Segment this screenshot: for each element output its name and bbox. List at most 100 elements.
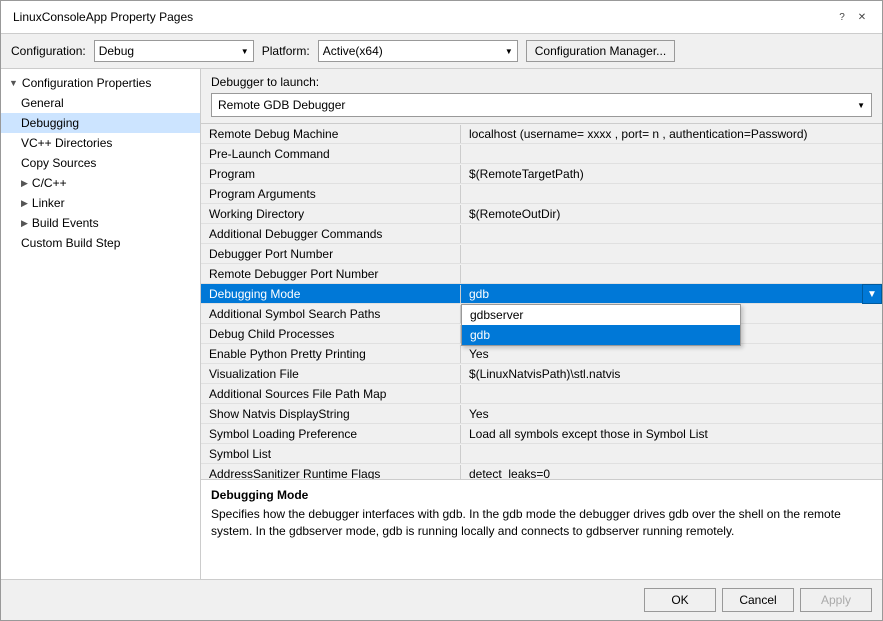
table-row[interactable]: Program Arguments <box>201 184 882 204</box>
expand-icon: ▶ <box>21 218 28 229</box>
debugger-launch-select[interactable]: Remote GDB Debugger ▼ <box>211 93 872 117</box>
prop-name-show-natvis-displaystring: Show Natvis DisplayString <box>201 405 461 423</box>
ok-button[interactable]: OK <box>644 588 716 612</box>
table-row[interactable]: Visualization File$(LinuxNatvisPath)\stl… <box>201 364 882 384</box>
configuration-select[interactable]: Debug ▼ <box>94 40 254 62</box>
sidebar-item-linker[interactable]: ▶Linker <box>1 193 200 213</box>
button-bar: OK Cancel Apply <box>1 579 882 620</box>
debugging-mode-dropdown: gdbservergdb <box>461 304 741 346</box>
prop-name-enable-python-pretty-printing: Enable Python Pretty Printing <box>201 345 461 363</box>
debugger-launch-chevron-icon: ▼ <box>857 101 865 110</box>
prop-value-enable-python-pretty-printing: Yes <box>461 345 882 363</box>
expand-icon: ▶ <box>21 198 28 209</box>
sidebar-item-debugging[interactable]: Debugging <box>1 113 200 133</box>
table-row[interactable]: Additional Sources File Path Map <box>201 384 882 404</box>
prop-name-additional-debugger-commands: Additional Debugger Commands <box>201 225 461 243</box>
prop-value-addresssanitizer-runtime-flags: detect_leaks=0 <box>461 465 882 480</box>
sidebar: ▼ Configuration Properties General Debuggin… <box>1 69 201 579</box>
table-row[interactable]: Show Natvis DisplayStringYes <box>201 404 882 424</box>
window-title: LinuxConsoleApp Property Pages <box>13 10 193 24</box>
platform-label: Platform: <box>262 44 310 58</box>
prop-value-show-natvis-displaystring: Yes <box>461 405 882 423</box>
prop-value-working-directory: $(RemoteOutDir) <box>461 205 882 223</box>
table-row[interactable]: Symbol List <box>201 444 882 464</box>
prop-name-remote-debugger-port-number: Remote Debugger Port Number <box>201 265 461 283</box>
prop-value-program: $(RemoteTargetPath) <box>461 165 882 183</box>
config-chevron-icon: ▼ <box>241 47 249 56</box>
close-button[interactable]: ✕ <box>854 9 870 25</box>
sidebar-item-label-custom-build: Custom Build Step <box>21 236 120 250</box>
prop-name-visualization-file: Visualization File <box>201 365 461 383</box>
prop-name-program-arguments: Program Arguments <box>201 185 461 203</box>
cancel-button[interactable]: Cancel <box>722 588 794 612</box>
table-row[interactable]: Additional Debugger Commands <box>201 224 882 244</box>
dropdown-arrow-icon[interactable]: ▼ <box>862 284 882 304</box>
sidebar-item-general[interactable]: General <box>1 93 200 113</box>
platform-select[interactable]: Active(x64) ▼ <box>318 40 518 62</box>
table-row[interactable]: AddressSanitizer Runtime Flagsdetect_lea… <box>201 464 882 479</box>
table-row[interactable]: Symbol Loading PreferenceLoad all symbol… <box>201 424 882 444</box>
help-button[interactable]: ? <box>834 9 850 25</box>
platform-chevron-icon: ▼ <box>505 47 513 56</box>
table-row[interactable]: Enable Python Pretty PrintingYes <box>201 344 882 364</box>
prop-value-debugger-port-number <box>461 252 882 256</box>
table-row[interactable]: Remote Debug Machinelocalhost (username=… <box>201 124 882 144</box>
prop-name-additional-symbol-search-paths: Additional Symbol Search Paths <box>201 305 461 323</box>
prop-name-addresssanitizer-runtime-flags: AddressSanitizer Runtime Flags <box>201 465 461 480</box>
prop-name-debug-child-processes: Debug Child Processes <box>201 325 461 343</box>
dropdown-option-gdbserver[interactable]: gdbserver <box>462 305 740 325</box>
config-bar: Configuration: Debug ▼ Platform: Active(… <box>1 34 882 69</box>
config-label: Configuration: <box>11 44 86 58</box>
prop-name-symbol-loading-preference: Symbol Loading Preference <box>201 425 461 443</box>
prop-name-program: Program <box>201 165 461 183</box>
table-row[interactable]: Working Directory$(RemoteOutDir) <box>201 204 882 224</box>
sidebar-item-label-copy-sources: Copy Sources <box>21 156 96 170</box>
title-bar-buttons: ? ✕ <box>834 9 870 25</box>
description-panel: Debugging Mode Specifies how the debugge… <box>201 479 882 579</box>
debugger-launch-label: Debugger to launch: <box>211 75 872 89</box>
table-row[interactable]: Remote Debugger Port Number <box>201 264 882 284</box>
sidebar-item-cpp[interactable]: ▶ C/C++ <box>1 173 200 193</box>
collapse-icon: ▼ <box>9 78 18 88</box>
prop-name-pre-launch-command: Pre-Launch Command <box>201 145 461 163</box>
sidebar-item-build-events[interactable]: ▶ Build Events <box>1 213 200 233</box>
table-row[interactable]: Debugging Modegdb▼gdbservergdb <box>201 284 882 304</box>
property-pages-window: LinuxConsoleApp Property Pages ? ✕ Confi… <box>0 0 883 621</box>
expand-icon: ▶ <box>21 178 28 189</box>
dropdown-option-gdb[interactable]: gdb <box>462 325 740 345</box>
sidebar-item-copy-sources[interactable]: Copy Sources <box>1 153 200 173</box>
table-row[interactable]: Pre-Launch Command <box>201 144 882 164</box>
sidebar-item-label-vc-dirs: VC++ Directories <box>21 136 112 150</box>
prop-name-remote-debug-machine: Remote Debug Machine <box>201 125 461 143</box>
table-row[interactable]: Debugger Port Number <box>201 244 882 264</box>
prop-name-symbol-list: Symbol List <box>201 445 461 463</box>
prop-value-symbol-loading-preference: Load all symbols except those in Symbol … <box>461 425 882 443</box>
title-bar: LinuxConsoleApp Property Pages ? ✕ <box>1 1 882 34</box>
prop-name-debugger-port-number: Debugger Port Number <box>201 245 461 263</box>
prop-value-debugging-mode: gdb <box>461 285 882 303</box>
properties-table: Remote Debug Machinelocalhost (username=… <box>201 123 882 479</box>
main-content: ▼ Configuration Properties General Debuggin… <box>1 69 882 579</box>
sidebar-item-vc-dirs[interactable]: VC++ Directories <box>1 133 200 153</box>
prop-name-working-directory: Working Directory <box>201 205 461 223</box>
config-manager-button[interactable]: Configuration Manager... <box>526 40 675 62</box>
sidebar-item-config-props[interactable]: ▼ Configuration Properties <box>1 73 200 93</box>
sidebar-item-custom-build[interactable]: Custom Build Step <box>1 233 200 253</box>
apply-button[interactable]: Apply <box>800 588 872 612</box>
sidebar-item-label-build-events: Build Events <box>32 216 99 230</box>
sidebar-item-label-cpp: C/C++ <box>32 176 67 190</box>
prop-name-additional-sources-file-path-map: Additional Sources File Path Map <box>201 385 461 403</box>
debugger-launch-section: Debugger to launch: Remote GDB Debugger … <box>201 69 882 123</box>
prop-value-symbol-list <box>461 452 882 456</box>
prop-value-remote-debugger-port-number <box>461 272 882 276</box>
sidebar-item-label-general: General <box>21 96 64 110</box>
prop-value-pre-launch-command <box>461 152 882 156</box>
right-panel: Debugger to launch: Remote GDB Debugger … <box>201 69 882 579</box>
sidebar-item-label-debugging: Debugging <box>21 116 79 130</box>
prop-value-remote-debug-machine: localhost (username= xxxx , port= n , au… <box>461 125 882 143</box>
table-row[interactable]: Program$(RemoteTargetPath) <box>201 164 882 184</box>
description-text: Specifies how the debugger interfaces wi… <box>211 506 872 540</box>
prop-value-additional-debugger-commands <box>461 232 882 236</box>
sidebar-item-label-config-props: Configuration Properties <box>22 76 151 90</box>
description-title: Debugging Mode <box>211 488 872 502</box>
